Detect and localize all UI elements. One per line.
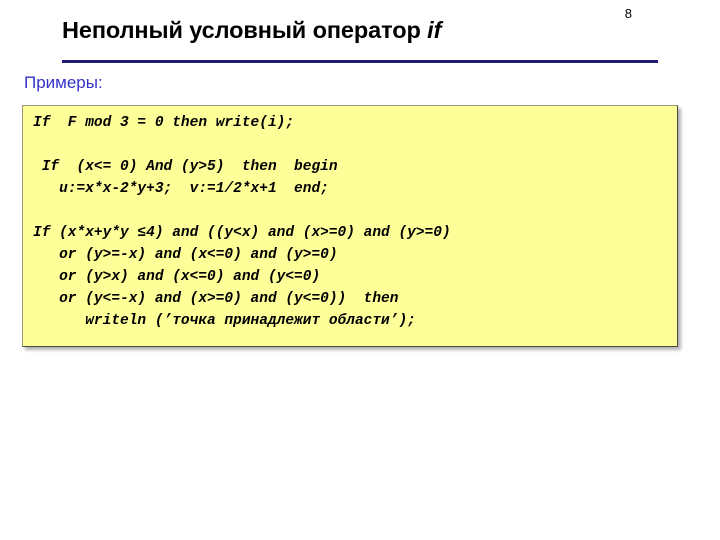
code-line: If (x*x+y*y ≤4) and ((y<x) and (x>=0) an… (33, 225, 451, 241)
code-line: If (x<= 0) And (y>5) then begin (33, 159, 338, 175)
code-line: writeln (’точка принадлежит области’); (33, 313, 416, 329)
page-title: Неполный условный оператор if (62, 17, 441, 44)
code-line: or (y>=-x) and (x<=0) and (y>=0) (33, 247, 338, 263)
title-divider (62, 60, 658, 63)
slide-number: 8 (624, 6, 632, 21)
code-listing: If F mod 3 = 0 then write(i); If (x<= 0)… (33, 112, 675, 332)
code-line: u:=x*x-2*y+3; v:=1/2*x+1 end; (33, 181, 329, 197)
page-title-keyword: if (427, 17, 442, 43)
code-line: or (y>x) and (x<=0) and (y<=0) (33, 269, 321, 285)
slide-canvas: 8 Неполный условный оператор if Примеры:… (0, 0, 720, 540)
code-line: or (y<=-x) and (x>=0) and (y<=0)) then (33, 291, 399, 307)
page-title-text: Неполный условный оператор (62, 17, 428, 43)
code-line: If F mod 3 = 0 then write(i); (33, 115, 295, 131)
examples-label: Примеры: (24, 73, 103, 92)
code-example-box: If F mod 3 = 0 then write(i); If (x<= 0)… (22, 105, 678, 347)
